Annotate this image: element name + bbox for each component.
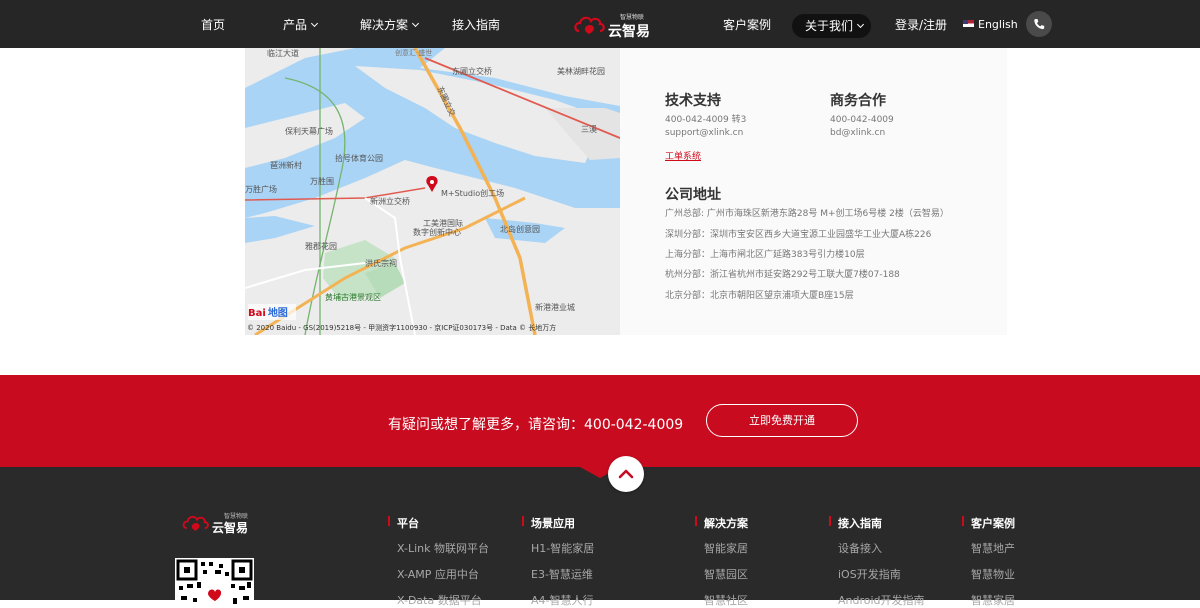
map-label: 东圃立交桥 — [452, 67, 492, 76]
footer-link[interactable]: 智慧地产 — [971, 540, 1015, 556]
qr-code — [175, 558, 254, 608]
back-to-top-button[interactable] — [608, 456, 644, 492]
business-title: 商务合作 — [830, 93, 886, 109]
top-nav: 首页 产品 解决方案 接入指南 智慧物联 云智易 客户案例 关于我们 登录/注册… — [0, 0, 1200, 48]
map-label: M+Studio创工场 — [441, 189, 505, 198]
chevron-up-icon — [618, 469, 634, 479]
address-beijing: 北京分部：北京市朝阳区望京浦项大厦B座15层 — [665, 291, 854, 301]
nav-login-register[interactable]: 登录/注册 — [895, 0, 947, 48]
ticket-system-link[interactable]: 工单系统 — [665, 149, 701, 162]
footer-col-cases-title: 客户案例 — [962, 516, 1015, 530]
map-label: 拾号体育公园 — [335, 154, 383, 163]
map-label: 万胜广场 — [245, 185, 277, 194]
footer-link[interactable]: X-Link 物联网平台 — [397, 540, 489, 556]
contact-info-panel: 技术支持 400-042-4009 转3 support@xlink.cn 工单… — [620, 48, 1007, 335]
footer-logo[interactable]: 智慧物联 云智易 — [180, 511, 260, 537]
footer-link[interactable]: 智慧园区 — [704, 566, 748, 582]
consult-banner: 有疑问或想了解更多，请咨询：400-042-4009 — [0, 375, 1200, 467]
footer-link[interactable]: A4-智慧人行 — [531, 592, 594, 608]
cloud-logo-icon — [574, 16, 605, 34]
nav-logo[interactable]: 智慧物联 云智易 — [573, 11, 650, 40]
baidu-logo-map: 地图 — [267, 308, 288, 319]
logo-name: 云智易 — [608, 24, 650, 40]
footer-link[interactable]: E3-智慧运维 — [531, 566, 593, 582]
qr-code-image — [176, 559, 253, 604]
map-label: 万胜围 — [310, 177, 334, 186]
business-phone: 400-042-4009 — [830, 115, 894, 125]
footer-link[interactable]: 智慧社区 — [704, 592, 748, 608]
footer-link[interactable]: 智慧物业 — [971, 566, 1015, 582]
footer-col-access-title: 接入指南 — [829, 516, 882, 530]
map-attribution: © 2020 Baidu - GS(2019)5218号 - 甲测资字11009… — [247, 324, 557, 332]
chevron-down-icon — [856, 20, 865, 29]
footer-link[interactable]: 智慧家居 — [971, 592, 1015, 608]
address-shanghai: 上海分部：上海市闸北区广延路383号引力楼10层 — [665, 250, 865, 260]
nav-access-guide[interactable]: 接入指南 — [452, 0, 500, 48]
free-trial-button[interactable]: 立即免费开通 — [706, 404, 858, 437]
map-label: 琶洲新村 — [270, 161, 302, 170]
address-shenzhen: 深圳分部：深圳市宝安区西乡大道宝源工业园盛华工业大厦A栋226 — [665, 230, 932, 240]
map-label: 美林湖畔花园 — [557, 67, 605, 76]
map-label: 新港港业城 — [535, 303, 575, 312]
nav-about-us[interactable]: 关于我们 — [792, 14, 871, 38]
footer-link[interactable]: Android开发指南 — [838, 592, 925, 608]
business-email[interactable]: bd@xlink.cn — [830, 127, 885, 139]
address-guangzhou: 广州总部: 广州市海珠区新港东路28号 M+创工场6号楼 2楼（云智易） — [665, 209, 949, 219]
chevron-down-icon — [310, 19, 319, 28]
tech-support-email[interactable]: support@xlink.cn — [665, 127, 743, 139]
footer-link[interactable]: X-Data 数据平台 — [397, 592, 482, 608]
cloud-logo-icon — [182, 515, 209, 531]
address-title: 公司地址 — [665, 187, 721, 203]
chevron-down-icon — [411, 19, 420, 28]
logo-tagline: 智慧物联 — [620, 14, 645, 21]
nav-products[interactable]: 产品 — [283, 0, 319, 48]
baidu-logo-text: Bai — [248, 308, 266, 319]
nav-solutions-label: 解决方案 — [360, 18, 409, 32]
map-label: 创意汇·盛世 — [395, 49, 433, 57]
map-label: 三溪 — [581, 125, 597, 134]
us-flag-icon — [963, 20, 974, 27]
footer-col-solutions-title: 解决方案 — [695, 516, 748, 530]
location-map[interactable]: 临江大道 创意汇·盛世 东圃立交桥 美林湖畔花园 东圃立交 保利天幕广场 琶洲新… — [245, 48, 620, 335]
nav-cases[interactable]: 客户案例 — [723, 0, 771, 48]
nav-about-label: 关于我们 — [805, 19, 854, 33]
map-label: 保利天幕广场 — [285, 127, 333, 136]
nav-products-label: 产品 — [283, 18, 308, 32]
phone-button[interactable] — [1026, 11, 1052, 37]
footer-link[interactable]: 智能家居 — [704, 540, 748, 556]
footer-link[interactable]: X-AMP 应用中台 — [397, 566, 479, 582]
baidu-logo: Bai 地图 — [248, 304, 288, 319]
map-label: 数字创新中心 — [413, 228, 461, 237]
map-label: 洪氏宗祠 — [365, 259, 397, 268]
footer-link[interactable]: 设备接入 — [838, 540, 882, 556]
map-label: 黄埔古港景观区 — [325, 293, 381, 302]
tech-support-phone: 400-042-4009 转3 — [665, 115, 747, 125]
map-label: 北岛创意园 — [500, 225, 540, 234]
consult-text: 有疑问或想了解更多，请咨询：400-042-4009 — [388, 417, 684, 433]
nav-solutions[interactable]: 解决方案 — [360, 0, 420, 48]
map-label: 新洲立交桥 — [370, 197, 410, 206]
address-hangzhou: 杭州分部：浙江省杭州市延安路292号工联大厦7楼07-188 — [665, 270, 900, 280]
map-label: 临江大道 — [267, 49, 299, 58]
map-label: 雅郡花园 — [305, 242, 337, 251]
language-label: English — [978, 18, 1018, 31]
nav-home[interactable]: 首页 — [201, 0, 225, 48]
footer-col-platform-title: 平台 — [388, 516, 419, 530]
footer-col-scenarios-title: 场景应用 — [522, 516, 575, 530]
footer-link[interactable]: iOS开发指南 — [838, 566, 901, 582]
footer-link[interactable]: H1-智能家居 — [531, 540, 594, 556]
tech-support-title: 技术支持 — [665, 93, 721, 109]
phone-icon — [1034, 19, 1045, 30]
nav-language[interactable]: English — [963, 0, 1018, 48]
footer-logo-name: 云智易 — [212, 521, 249, 535]
map-canvas — [245, 48, 620, 335]
